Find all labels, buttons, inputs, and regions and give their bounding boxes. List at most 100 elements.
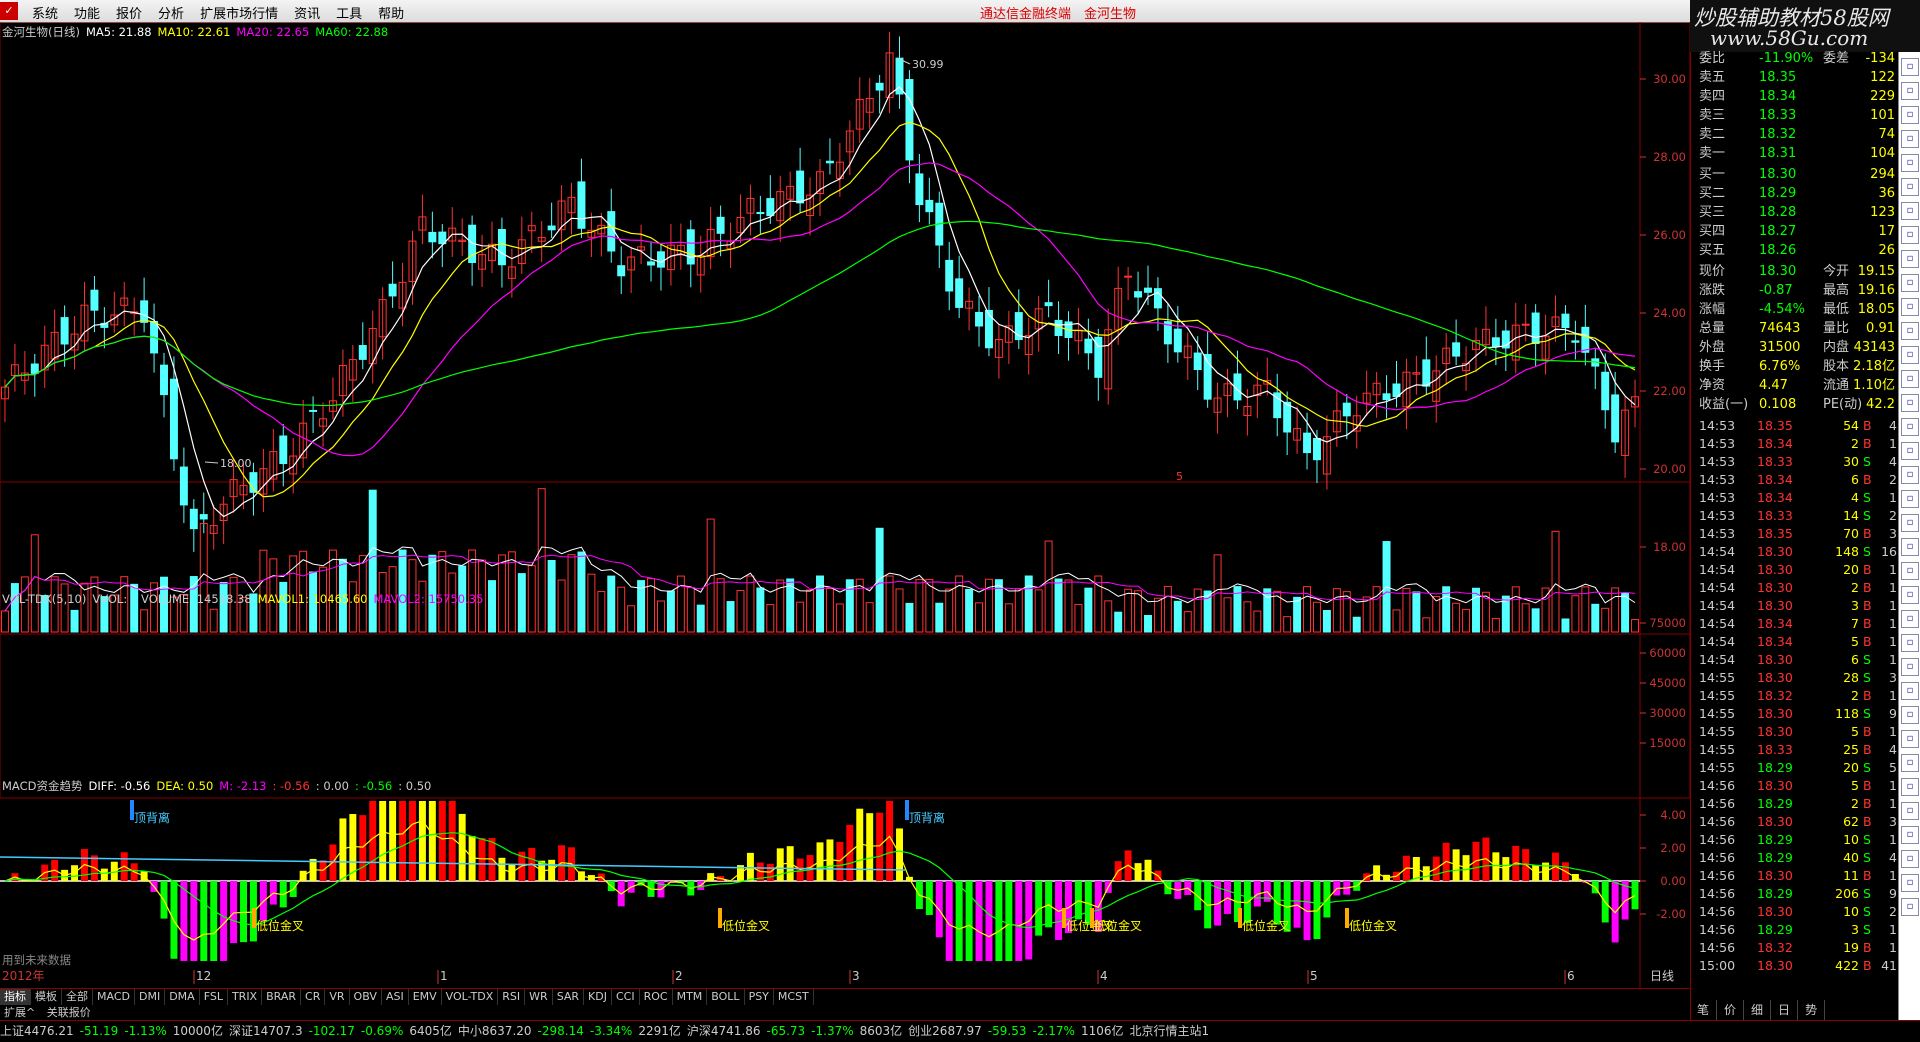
toolbar-icon[interactable]: ▫ — [1901, 466, 1919, 484]
toolbar-icon[interactable]: ▫ — [1901, 826, 1919, 844]
indicator-tab-BRAR[interactable]: BRAR — [262, 989, 301, 1005]
toolbar-icon[interactable]: ▫ — [1901, 754, 1919, 772]
toolbar-icon[interactable]: ▫ — [1901, 802, 1919, 820]
toolbar-icon[interactable]: ▫ — [1901, 898, 1919, 916]
toolbar-icon[interactable]: ▫ — [1901, 418, 1919, 436]
menu-item-3[interactable]: 分析 — [150, 3, 192, 22]
menu-item-7[interactable]: 帮助 — [370, 3, 412, 22]
menu-item-6[interactable]: 工具 — [328, 3, 370, 22]
indicator-tab-ROC[interactable]: ROC — [640, 989, 673, 1005]
indicator-tab-OBV[interactable]: OBV — [350, 989, 382, 1005]
tick-cell: 18.30 — [1757, 903, 1793, 921]
candle-body — [578, 182, 585, 228]
toolbar-icon[interactable]: ▫ — [1901, 82, 1919, 100]
toolbar-icon[interactable]: ▫ — [1901, 658, 1919, 676]
toolbar-icon[interactable]: ▫ — [1901, 490, 1919, 508]
indicator-tab-DMI[interactable]: DMI — [135, 989, 165, 1005]
volume-bar — [747, 576, 754, 632]
volume-bar — [767, 605, 774, 632]
quote-cell: 18.35 — [1759, 69, 1796, 87]
toolbar-icon[interactable]: ▫ — [1901, 370, 1919, 388]
tick-row: 14:5318.346B2 — [1691, 471, 1899, 489]
toolbar-icon[interactable]: ▫ — [1901, 562, 1919, 580]
toolbar-icon[interactable]: ▫ — [1901, 298, 1919, 316]
toolbar-icon[interactable]: ▫ — [1901, 226, 1919, 244]
extension-toggle[interactable]: 扩展^ — [4, 1006, 35, 1019]
indicator-tab-VR[interactable]: VR — [325, 989, 349, 1005]
toolbar-icon[interactable]: ▫ — [1901, 610, 1919, 628]
date-label: 5 — [1310, 969, 1318, 983]
volume-bar — [518, 574, 525, 632]
app-logo-icon[interactable]: ✓ — [0, 2, 18, 20]
tick-cell: 1 — [1889, 435, 1897, 453]
indicator-tab-CCI[interactable]: CCI — [612, 989, 640, 1005]
panel-tab-1[interactable]: 价 — [1717, 1000, 1744, 1020]
toolbar-icon[interactable]: ▫ — [1901, 202, 1919, 220]
indicator-tab-BOLL[interactable]: BOLL — [707, 989, 744, 1005]
toolbar-icon[interactable]: ▫ — [1901, 130, 1919, 148]
toolbar-icon[interactable]: ▫ — [1901, 250, 1919, 268]
indicator-tab-MCST[interactable]: MCST — [774, 989, 814, 1005]
toolbar-icon[interactable]: ▫ — [1901, 178, 1919, 196]
indicator-tab-KDJ[interactable]: KDJ — [584, 989, 612, 1005]
chart-canvas[interactable]: 30.0028.0026.0024.0022.0020.0018.0030.99… — [0, 22, 1690, 990]
toolbar-icon[interactable]: ▫ — [1901, 874, 1919, 892]
indicator-tab-VOL-TDX[interactable]: VOL-TDX — [442, 989, 499, 1005]
indicator-tab-MACD[interactable]: MACD — [93, 989, 135, 1005]
quote-cell: 买一 — [1699, 166, 1725, 184]
indicator-tab-RSI[interactable]: RSI — [498, 989, 525, 1005]
menu-item-5[interactable]: 资讯 — [286, 3, 328, 22]
quote-cell: 19.15 — [1858, 263, 1895, 281]
related-quote-link[interactable]: 关联报价 — [47, 1006, 91, 1019]
toolbar-icon[interactable]: ▫ — [1901, 682, 1919, 700]
indicator-tab-ASI[interactable]: ASI — [382, 989, 409, 1005]
tick-cell: 18.33 — [1757, 741, 1793, 759]
toolbar-icon[interactable]: ▫ — [1901, 394, 1919, 412]
indicator-tab-SAR[interactable]: SAR — [553, 989, 584, 1005]
toolbar-icon[interactable]: ▫ — [1901, 346, 1919, 364]
candle-body — [1304, 433, 1311, 452]
panel-tab-2[interactable]: 细 — [1744, 1000, 1771, 1020]
toolbar-icon[interactable]: ▫ — [1901, 442, 1919, 460]
panel-tab-3[interactable]: 日 — [1771, 1000, 1798, 1020]
toolbar-icon[interactable]: ▫ — [1901, 730, 1919, 748]
toolbar-icon[interactable]: ▫ — [1901, 586, 1919, 604]
toolbar-icon[interactable]: ▫ — [1901, 322, 1919, 340]
toolbar-icon[interactable]: ▫ — [1901, 106, 1919, 124]
indicator-tab-CR[interactable]: CR — [301, 989, 325, 1005]
indicator-tab-DMA[interactable]: DMA — [165, 989, 200, 1005]
quote-cell: 外盘 — [1699, 339, 1725, 357]
menu-item-2[interactable]: 报价 — [108, 3, 150, 22]
toolbar-icon[interactable]: ▫ — [1901, 514, 1919, 532]
tick-cell: 1 — [1889, 939, 1897, 957]
indicator-tab-FSL[interactable]: FSL — [200, 989, 228, 1005]
toolbar-icon[interactable]: ▫ — [1901, 154, 1919, 172]
indicator-tab-指标[interactable]: 指标 — [0, 989, 31, 1005]
indicator-tab-WR[interactable]: WR — [525, 989, 553, 1005]
indicator-tab-TRIX[interactable]: TRIX — [228, 989, 262, 1005]
tick-cell: 2 — [1833, 687, 1859, 705]
volume-bar — [588, 574, 595, 632]
panel-tab-0[interactable]: 笔 — [1690, 1000, 1717, 1020]
indicator-tab-PSY[interactable]: PSY — [745, 989, 774, 1005]
kline-chart-area[interactable]: 30.0028.0026.0024.0022.0020.0018.0030.99… — [0, 22, 1690, 990]
quote-cell: 101 — [1870, 107, 1895, 125]
panel-frame — [0, 634, 1690, 798]
indicator-tab-MTM[interactable]: MTM — [673, 989, 708, 1005]
volume-bar — [657, 601, 664, 632]
panel-tab-4[interactable]: 势 — [1798, 1000, 1825, 1020]
toolbar-icon[interactable]: ▫ — [1901, 274, 1919, 292]
indicator-tab-模板[interactable]: 模板 — [31, 989, 62, 1005]
menu-item-1[interactable]: 功能 — [66, 3, 108, 22]
toolbar-icon[interactable]: ▫ — [1901, 634, 1919, 652]
toolbar-icon[interactable]: ▫ — [1901, 778, 1919, 796]
indicator-tab-EMV[interactable]: EMV — [409, 989, 442, 1005]
toolbar-icon[interactable]: ▫ — [1901, 58, 1919, 76]
toolbar-icon[interactable]: ▫ — [1901, 538, 1919, 556]
menu-item-0[interactable]: 系统 — [24, 3, 66, 22]
toolbar-icon[interactable]: ▫ — [1901, 706, 1919, 724]
toolbar-icon[interactable]: ▫ — [1901, 850, 1919, 868]
volume-bar — [1145, 615, 1152, 632]
indicator-tab-全部[interactable]: 全部 — [62, 989, 93, 1005]
menu-item-4[interactable]: 扩展市场行情 — [192, 3, 286, 22]
